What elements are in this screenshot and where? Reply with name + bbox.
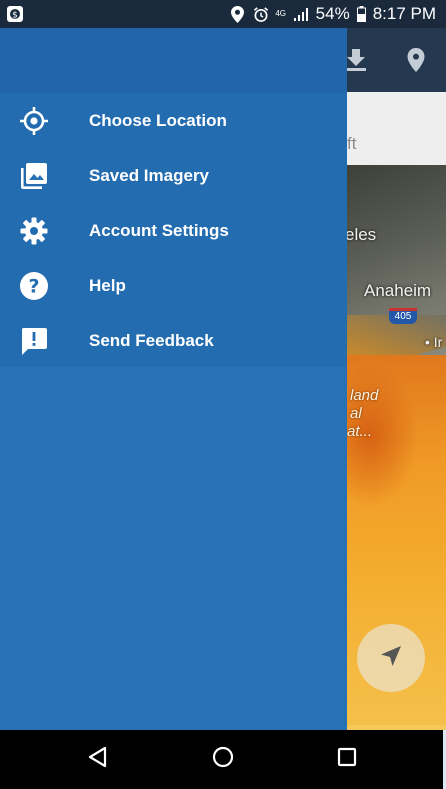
- help-icon: ?: [18, 270, 50, 302]
- app-notification-icon: $: [6, 5, 24, 23]
- network-4g-icon: 4G: [275, 9, 286, 18]
- clock-time: 8:17 PM: [372, 4, 436, 23]
- back-triangle-icon: [87, 746, 109, 773]
- menu-item-label: Saved Imagery: [89, 165, 210, 185]
- home-circle-icon: [212, 746, 234, 773]
- gear-icon: [18, 215, 50, 247]
- menu-item-account-settings[interactable]: Account Settings: [0, 203, 347, 258]
- menu-item-choose-location[interactable]: Choose Location: [0, 93, 347, 148]
- system-navigation-bar: [0, 730, 446, 789]
- photo-library-icon: [18, 160, 50, 192]
- recents-square-icon: [337, 747, 357, 772]
- map-label-water-1: land: [350, 387, 379, 404]
- map-label-water-2: al: [350, 405, 362, 422]
- map-label-los-angeles: eles: [345, 225, 377, 244]
- menu-item-label: Help: [89, 275, 126, 295]
- svg-text:?: ?: [28, 275, 39, 297]
- map-label-irvine: • Ir: [425, 334, 443, 350]
- svg-text:$: $: [12, 11, 18, 21]
- menu-item-label: Send Feedback: [89, 330, 214, 350]
- signal-icon: [293, 5, 309, 23]
- status-bar: $ 4G 54% 8:17 PM: [0, 0, 446, 28]
- battery-percent: 54%: [315, 4, 350, 23]
- home-button[interactable]: [193, 730, 253, 789]
- recents-button[interactable]: [317, 730, 377, 789]
- menu-item-saved-imagery[interactable]: Saved Imagery: [0, 148, 347, 203]
- feedback-icon: [18, 325, 50, 357]
- back-button[interactable]: [68, 730, 128, 789]
- drawer-header: [0, 28, 347, 93]
- navigation-drawer: Choose Location Saved Imagery Account Se…: [0, 28, 347, 730]
- navigation-arrow-icon: [377, 642, 405, 675]
- location-status-icon: [230, 5, 246, 23]
- menu-item-label: Account Settings: [89, 220, 229, 240]
- menu-item-label: Choose Location: [89, 110, 227, 130]
- menu-item-help[interactable]: ? Help: [0, 258, 347, 313]
- map-label-water-3: at...: [347, 423, 373, 440]
- map-pin-icon[interactable]: [404, 47, 428, 73]
- crosshair-icon: [18, 105, 50, 137]
- navigation-button[interactable]: [357, 624, 425, 692]
- menu-item-send-feedback[interactable]: Send Feedback: [0, 313, 347, 368]
- search-text: ft: [347, 134, 357, 153]
- map-label-anaheim: Anaheim: [364, 281, 432, 300]
- highway-shield: 405: [389, 308, 417, 324]
- alarm-icon: [253, 5, 269, 23]
- drawer-menu: Choose Location Saved Imagery Account Se…: [0, 93, 347, 367]
- battery-icon: [356, 5, 366, 23]
